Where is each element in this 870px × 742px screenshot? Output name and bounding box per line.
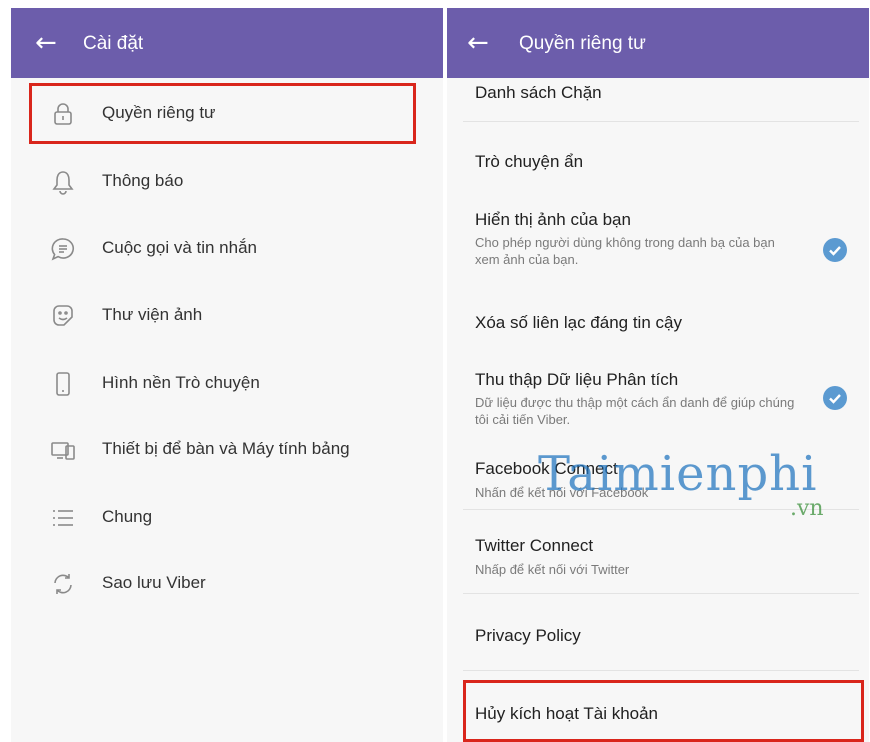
pref-subtitle: Nhấp để kết nối với Twitter	[475, 562, 630, 577]
pref-title: Trò chuyện ẩn	[475, 152, 584, 171]
menu-item-notifications[interactable]: Thông báo	[11, 156, 443, 206]
list-icon	[49, 504, 77, 532]
menu-item-label: Thông báo	[102, 171, 184, 190]
checkbox-checked-icon[interactable]	[823, 238, 847, 262]
pref-subtitle: Nhấn để kết nối với Facebook	[475, 485, 649, 500]
menu-item-label: Sao lưu Viber	[102, 573, 206, 592]
divider	[463, 670, 859, 671]
pref-title: Facebook Connect	[475, 459, 618, 478]
bell-icon	[49, 168, 77, 196]
pref-title: Xóa số liên lạc đáng tin cậy	[475, 313, 682, 332]
menu-item-media-gallery[interactable]: Thư viện ảnh	[11, 290, 443, 340]
pref-title: Thu thập Dữ liệu Phân tích	[475, 370, 679, 389]
privacy-app-bar: ← Quyền riêng tư	[447, 8, 869, 78]
pref-facebook-connect[interactable]: Facebook Connect Nhấn để kết nối với Fac…	[447, 448, 869, 508]
pref-subtitle: Dữ liệu được thu thập một cách ẩn danh đ…	[475, 395, 795, 427]
sticker-icon	[49, 302, 77, 330]
menu-item-calls-messages[interactable]: Cuộc gọi và tin nhắn	[11, 223, 443, 273]
phone-icon	[49, 370, 77, 398]
settings-screen: ← Cài đặt Quyền riêng tư Thông báo Cuộc …	[11, 8, 443, 742]
settings-title: Cài đặt	[83, 33, 144, 54]
sync-icon	[49, 570, 77, 598]
pref-title: Twitter Connect	[475, 536, 594, 555]
pref-collect-analytics[interactable]: Thu thập Dữ liệu Phân tích Dữ liệu được …	[447, 358, 869, 438]
pref-hidden-chats[interactable]: Trò chuyện ẩn	[447, 132, 869, 192]
divider	[463, 509, 859, 510]
checkbox-checked-icon[interactable]	[823, 386, 847, 410]
chat-bubble-icon	[49, 235, 77, 263]
menu-item-label: Thiết bị để bàn và Máy tính bảng	[102, 439, 350, 458]
menu-item-desktop-tablet[interactable]: Thiết bị để bàn và Máy tính bảng	[11, 424, 443, 474]
back-arrow-icon[interactable]: ←	[35, 30, 57, 56]
menu-item-label: Quyền riêng tư	[102, 103, 216, 122]
pref-twitter-connect[interactable]: Twitter Connect Nhấp để kết nối với Twit…	[447, 525, 869, 585]
lock-icon	[49, 100, 77, 128]
settings-app-bar: ← Cài đặt	[11, 8, 443, 78]
pref-title: Privacy Policy	[475, 626, 581, 645]
pref-clear-trusted-contacts[interactable]: Xóa số liên lạc đáng tin cậy	[447, 293, 869, 353]
privacy-title: Quyền riêng tư	[519, 33, 646, 54]
menu-item-privacy[interactable]: Quyền riêng tư	[11, 88, 443, 138]
menu-item-label: Hình nền Trò chuyện	[102, 373, 260, 392]
menu-item-label: Cuộc gọi và tin nhắn	[102, 238, 257, 257]
pref-show-photo[interactable]: Hiển thị ảnh của bạn Cho phép người dùng…	[447, 198, 869, 278]
menu-item-label: Chung	[102, 507, 153, 526]
menu-item-viber-backup[interactable]: Sao lưu Viber	[11, 558, 443, 608]
pref-title: Hiển thị ảnh của bạn	[475, 210, 631, 229]
divider	[463, 593, 859, 594]
menu-item-general[interactable]: Chung	[11, 492, 443, 542]
pref-subtitle: Cho phép người dùng không trong danh bạ …	[475, 235, 775, 267]
divider	[463, 121, 859, 122]
privacy-screen: Danh sách Chặn ← Quyền riêng tư Trò chuy…	[447, 8, 869, 742]
pref-title: Hủy kích hoạt Tài khoản	[475, 704, 659, 723]
back-arrow-icon[interactable]: ←	[467, 30, 489, 56]
menu-item-label: Thư viện ảnh	[102, 305, 203, 324]
menu-item-chat-background[interactable]: Hình nền Trò chuyện	[11, 358, 443, 408]
pref-privacy-policy[interactable]: Privacy Policy	[447, 608, 869, 663]
devices-icon	[49, 436, 77, 464]
pref-deactivate-account[interactable]: Hủy kích hoạt Tài khoản	[447, 688, 869, 742]
pref-title: Danh sách Chặn	[475, 83, 602, 102]
